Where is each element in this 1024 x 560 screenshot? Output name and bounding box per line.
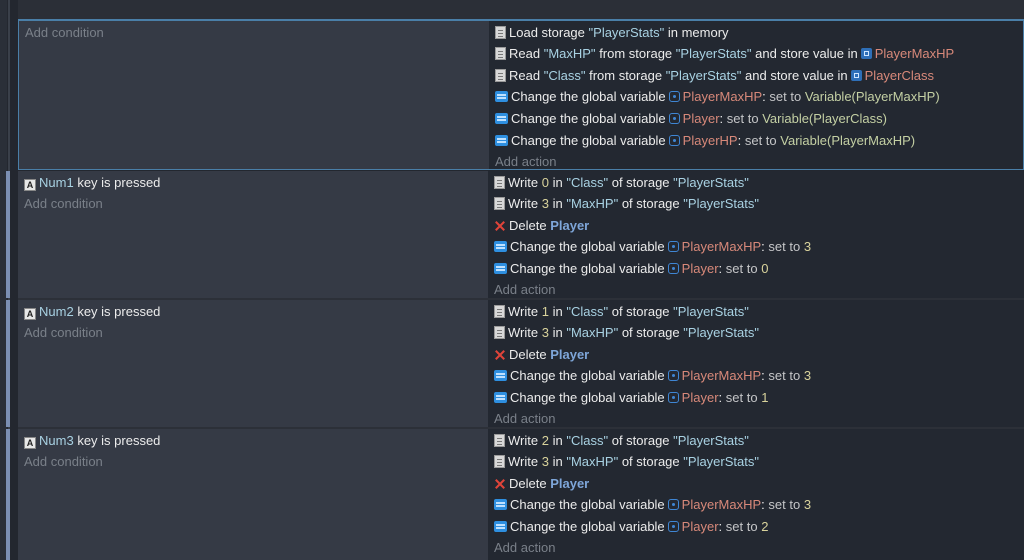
variable-action-icon xyxy=(495,91,508,102)
event-marker xyxy=(6,429,10,560)
event-marker xyxy=(6,171,10,298)
global-variable-icon xyxy=(668,113,680,124)
event-block-load-storage[interactable]: Add condition Load storage "PlayerStats"… xyxy=(18,20,1024,170)
storage-icon xyxy=(494,176,505,189)
variable-action-icon xyxy=(495,113,508,124)
global-variable-icon xyxy=(667,499,679,510)
add-condition-link[interactable]: Add condition xyxy=(25,22,104,43)
conditions-column[interactable]: Add condition xyxy=(19,21,489,169)
global-variable-icon xyxy=(667,392,679,403)
event-marker xyxy=(6,300,10,427)
variable-action-icon xyxy=(494,370,507,381)
add-action-link[interactable]: Add action xyxy=(495,151,556,172)
action-delete-object[interactable]: Delete Player xyxy=(494,473,589,494)
action-change-global-variable[interactable]: Change the global variable Player: set to… xyxy=(494,516,768,537)
global-variable-icon xyxy=(667,521,679,532)
conditions-column[interactable]: A Num2 key is pressed Add condition xyxy=(18,300,488,427)
action-change-global-variable[interactable]: Change the global variable PlayerMaxHP: s… xyxy=(494,236,811,257)
variable-action-icon xyxy=(494,521,507,532)
variable-action-icon xyxy=(494,263,507,274)
scene-variable-icon xyxy=(860,48,872,59)
variable-action-icon xyxy=(494,499,507,510)
keyboard-icon: A xyxy=(24,437,36,449)
previous-event-bottom xyxy=(18,0,1024,20)
action-change-global-variable[interactable]: Change the global variable Player: set to… xyxy=(494,258,768,279)
condition-key-pressed[interactable]: A Num3 key is pressed xyxy=(24,430,160,451)
action-write-storage[interactable]: Write 3 in "MaxHP" of storage "PlayerSta… xyxy=(494,322,759,343)
actions-column[interactable]: Load storage "PlayerStats" in memory Rea… xyxy=(489,21,1023,169)
action-write-storage[interactable]: Write 1 in "Class" of storage "PlayerSta… xyxy=(494,301,749,322)
event-block-num2[interactable]: A Num2 key is pressed Add condition Write… xyxy=(6,300,1024,429)
keyboard-icon: A xyxy=(24,308,36,320)
action-read-class[interactable]: Read "Class" from storage "PlayerStats" … xyxy=(495,65,934,86)
action-write-storage[interactable]: Write 3 in "MaxHP" of storage "PlayerSta… xyxy=(494,451,759,472)
action-delete-object[interactable]: Delete Player xyxy=(494,344,589,365)
delete-icon xyxy=(494,478,506,490)
storage-icon xyxy=(494,197,505,210)
action-delete-object[interactable]: Delete Player xyxy=(494,215,589,236)
scene-variable-icon xyxy=(850,70,862,81)
storage-icon xyxy=(494,455,505,468)
add-action-link[interactable]: Add action xyxy=(494,279,555,300)
action-write-storage[interactable]: Write 3 in "MaxHP" of storage "PlayerSta… xyxy=(494,193,759,214)
delete-icon xyxy=(494,349,506,361)
variable-action-icon xyxy=(494,241,507,252)
storage-icon xyxy=(495,26,506,39)
storage-icon xyxy=(494,326,505,339)
action-load-storage[interactable]: Load storage "PlayerStats" in memory xyxy=(495,22,729,43)
global-variable-icon xyxy=(668,135,680,146)
storage-icon xyxy=(495,47,506,60)
add-action-link[interactable]: Add action xyxy=(494,537,555,558)
actions-column[interactable]: Write 1 in "Class" of storage "PlayerSta… xyxy=(488,300,1024,427)
variable-action-icon xyxy=(495,135,508,146)
action-change-global-variable[interactable]: Change the global variable PlayerHP: set … xyxy=(495,130,915,151)
action-write-storage[interactable]: Write 2 in "Class" of storage "PlayerSta… xyxy=(494,430,749,451)
action-change-global-variable[interactable]: Change the global variable PlayerMaxHP: s… xyxy=(494,494,811,515)
storage-icon xyxy=(494,305,505,318)
global-variable-icon xyxy=(667,263,679,274)
add-condition-link[interactable]: Add condition xyxy=(24,322,103,343)
storage-icon xyxy=(495,69,506,82)
variable-action-icon xyxy=(494,392,507,403)
condition-key-pressed[interactable]: A Num1 key is pressed xyxy=(24,172,160,193)
actions-column[interactable]: Write 0 in "Class" of storage "PlayerSta… xyxy=(488,171,1024,298)
event-block-num1[interactable]: A Num1 key is pressed Add condition Write… xyxy=(6,171,1024,300)
conditions-column[interactable]: A Num3 key is pressed Add condition xyxy=(18,429,488,560)
action-change-global-variable[interactable]: Change the global variable Player: set to… xyxy=(494,387,768,408)
event-block-num3[interactable]: A Num3 key is pressed Add condition Write… xyxy=(6,429,1024,560)
add-action-link[interactable]: Add action xyxy=(494,408,555,429)
conditions-column[interactable]: A Num1 key is pressed Add condition xyxy=(18,171,488,298)
action-read-maxhp[interactable]: Read "MaxHP" from storage "PlayerStats" … xyxy=(495,43,954,64)
storage-icon xyxy=(494,434,505,447)
add-condition-link[interactable]: Add condition xyxy=(24,193,103,214)
delete-icon xyxy=(494,220,506,232)
action-change-global-variable[interactable]: Change the global variable PlayerMaxHP: s… xyxy=(495,86,940,107)
add-condition-link[interactable]: Add condition xyxy=(24,451,103,472)
action-change-global-variable[interactable]: Change the global variable Player: set to… xyxy=(495,108,887,129)
action-change-global-variable[interactable]: Change the global variable PlayerMaxHP: s… xyxy=(494,365,811,386)
global-variable-icon xyxy=(668,91,680,102)
actions-column[interactable]: Write 2 in "Class" of storage "PlayerSta… xyxy=(488,429,1024,560)
action-write-storage[interactable]: Write 0 in "Class" of storage "PlayerSta… xyxy=(494,172,749,193)
condition-key-pressed[interactable]: A Num2 key is pressed xyxy=(24,301,160,322)
global-variable-icon xyxy=(667,370,679,381)
global-variable-icon xyxy=(667,241,679,252)
keyboard-icon: A xyxy=(24,179,36,191)
